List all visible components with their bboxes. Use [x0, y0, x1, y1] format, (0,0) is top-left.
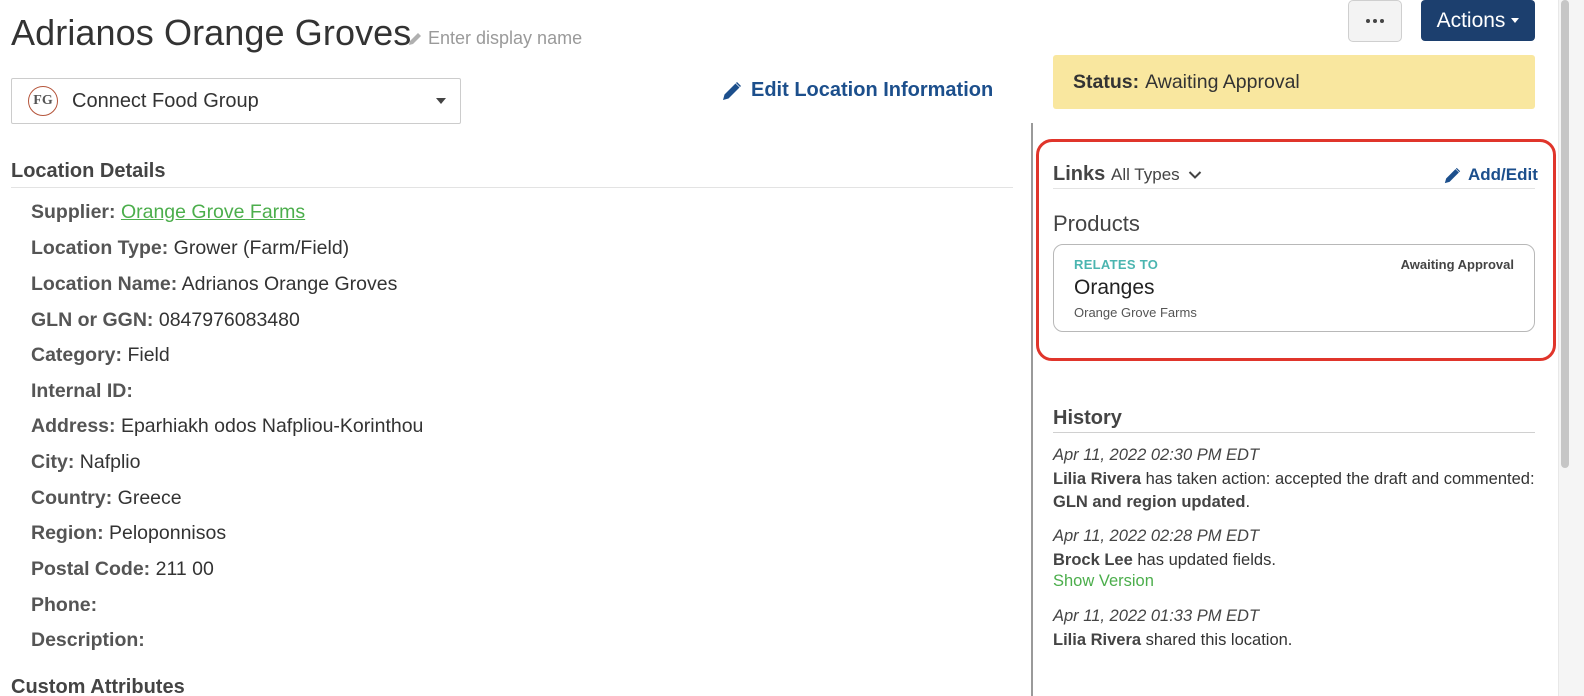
scrollbar-thumb[interactable]: [1561, 0, 1569, 468]
show-version-link[interactable]: Show Version: [1053, 572, 1154, 591]
display-name-field[interactable]: Enter display name: [407, 28, 582, 49]
detail-row-region: Region: Peloponnisos: [31, 522, 226, 545]
link-status: Awaiting Approval: [1400, 257, 1514, 272]
ellipsis-icon: [1380, 19, 1384, 23]
history-user: Lilia Rivera: [1053, 631, 1142, 649]
detail-label: GLN or GGN:: [31, 309, 154, 331]
detail-label: Address:: [31, 415, 116, 437]
history-entry: Brock Lee has updated fields.: [1053, 549, 1535, 572]
detail-value: Eparhiakh odos Nafpliou-Korinthou: [120, 415, 424, 437]
history-comment: GLN and region updated: [1053, 492, 1246, 511]
ellipsis-icon: [1373, 19, 1377, 23]
detail-label: Phone:: [31, 594, 98, 616]
links-filter-value: All Types: [1111, 165, 1180, 184]
history-date: Apr 11, 2022 02:30 PM EDT: [1053, 446, 1260, 464]
edit-location-label: Edit Location Information: [751, 79, 994, 101]
products-heading: Products: [1053, 211, 1140, 236]
add-edit-links-button[interactable]: Add/Edit: [1444, 165, 1538, 185]
detail-value: Nafplio: [79, 451, 141, 473]
product-name: Oranges: [1074, 276, 1155, 299]
location-details-heading: Location Details: [11, 160, 166, 182]
detail-row-address: Address: Eparhiakh odos Nafpliou-Korinth…: [31, 415, 423, 438]
detail-label: Internal ID:: [31, 380, 133, 402]
detail-value: 211 00: [155, 558, 214, 580]
detail-label: Location Type:: [31, 237, 169, 259]
status-banner: Status: Awaiting Approval: [1053, 55, 1535, 109]
history-user: Lilia Rivera: [1053, 470, 1142, 488]
ellipsis-icon: [1366, 19, 1370, 23]
history-entry: Lilia Rivera has taken action: accepted …: [1053, 468, 1535, 513]
detail-label: Location Name:: [31, 273, 178, 295]
detail-label: Country:: [31, 487, 113, 509]
organization-select[interactable]: FG Connect Food Group: [11, 78, 461, 124]
history-heading: History: [1053, 407, 1122, 429]
product-supplier: Orange Grove Farms: [1074, 305, 1197, 320]
detail-label: Supplier:: [31, 201, 116, 223]
history-text: .: [1245, 492, 1251, 511]
page-title: Adrianos Orange Groves: [11, 12, 412, 53]
detail-row-location-name: Location Name: Adrianos Orange Groves: [31, 273, 397, 296]
detail-label: Postal Code:: [31, 558, 151, 580]
detail-value: Adrianos Orange Groves: [181, 273, 398, 295]
links-type-filter[interactable]: All Types: [1111, 165, 1202, 185]
detail-row-postal-code: Postal Code: 211 00: [31, 558, 214, 581]
history-text: has taken action: accepted the draft and…: [1141, 470, 1535, 488]
divider: [1053, 432, 1535, 433]
caret-down-icon: [436, 98, 446, 104]
chevron-down-icon: [1188, 171, 1201, 179]
product-link-card[interactable]: RELATES TO Awaiting Approval Oranges Ora…: [1053, 244, 1535, 332]
actions-label: Actions: [1436, 8, 1506, 32]
edit-location-button[interactable]: Edit Location Information: [722, 79, 993, 102]
detail-row-city: City: Nafplio: [31, 451, 140, 474]
display-name-placeholder: Enter display name: [428, 28, 583, 48]
actions-button[interactable]: Actions: [1421, 0, 1535, 41]
detail-value: 0847976083480: [158, 309, 300, 331]
status-label: Status:: [1073, 70, 1140, 93]
relates-to-label: RELATES TO: [1074, 257, 1159, 272]
pencil-icon: [723, 81, 741, 100]
history-user: Brock Lee: [1053, 551, 1133, 569]
links-heading: Links: [1053, 163, 1106, 185]
detail-row-country: Country: Greece: [31, 487, 182, 510]
detail-label: Description:: [31, 629, 145, 651]
detail-row-location-type: Location Type: Grower (Farm/Field): [31, 237, 349, 260]
organization-logo: FG: [28, 86, 58, 116]
detail-row-supplier: Supplier: Orange Grove Farms: [31, 201, 305, 224]
pencil-icon: [409, 32, 421, 45]
detail-row-description: Description:: [31, 629, 145, 652]
pencil-icon: [1444, 167, 1461, 183]
column-divider: [1031, 123, 1033, 696]
custom-attributes-heading: Custom Attributes: [11, 676, 185, 696]
organization-select-value: Connect Food Group: [72, 89, 259, 112]
more-options-button[interactable]: [1348, 0, 1402, 42]
detail-label: Region:: [31, 522, 104, 544]
supplier-link[interactable]: Orange Grove Farms: [121, 201, 305, 223]
detail-label: Category:: [31, 344, 123, 366]
history-date: Apr 11, 2022 01:33 PM EDT: [1053, 607, 1260, 625]
detail-row-gln: GLN or GGN: 0847976083480: [31, 309, 300, 332]
detail-row-phone: Phone:: [31, 594, 97, 617]
detail-value: Greece: [117, 487, 182, 509]
history-text: has updated fields.: [1132, 551, 1276, 569]
add-edit-label: Add/Edit: [1468, 165, 1538, 184]
history-text: shared this location.: [1141, 631, 1293, 649]
detail-value: Grower (Farm/Field): [173, 237, 350, 259]
detail-value: Peloponnisos: [109, 522, 227, 544]
divider: [11, 187, 1013, 188]
divider: [1053, 188, 1535, 189]
status-value: Awaiting Approval: [1145, 70, 1300, 93]
caret-down-icon: [1511, 18, 1520, 23]
detail-row-category: Category: Field: [31, 344, 170, 367]
detail-value: Field: [127, 344, 170, 366]
history-date: Apr 11, 2022 02:28 PM EDT: [1053, 527, 1260, 545]
history-entry: Lilia Rivera shared this location.: [1053, 629, 1535, 652]
detail-label: City:: [31, 451, 75, 473]
detail-row-internal-id: Internal ID:: [31, 380, 133, 403]
